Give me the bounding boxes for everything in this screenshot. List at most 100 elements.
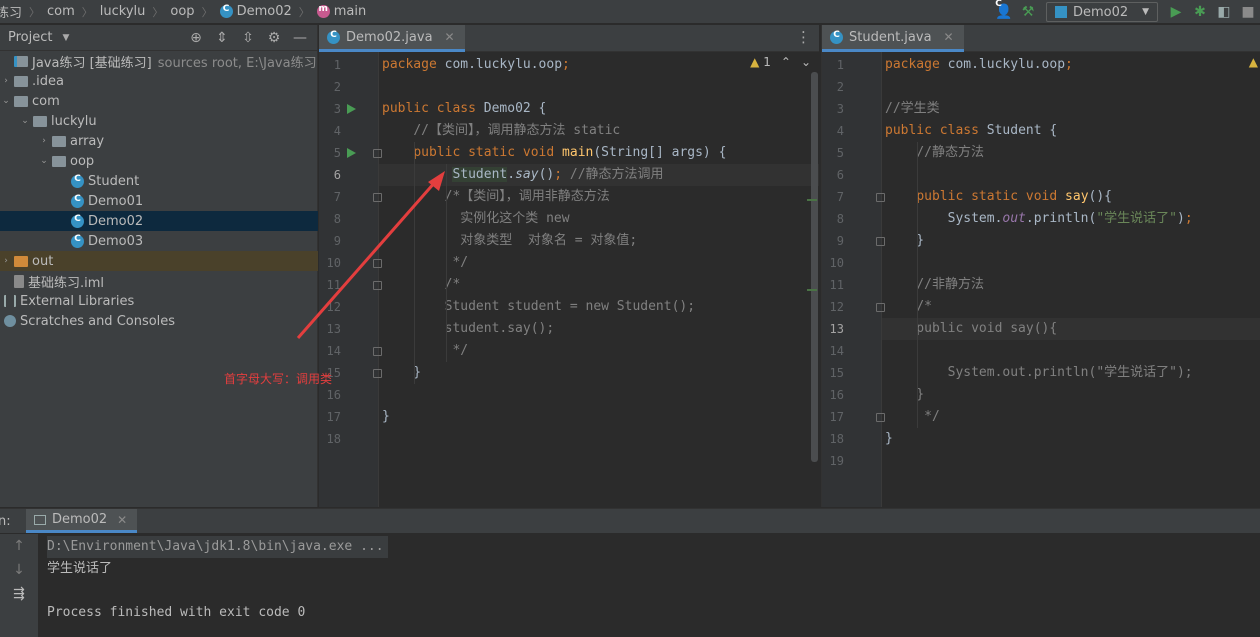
tree-item[interactable]: › array — [0, 131, 318, 151]
chevron-right-icon[interactable]: › — [0, 76, 12, 86]
breadcrumb-item-class[interactable]: Demo02〉 — [219, 0, 317, 24]
scroll-up-icon[interactable]: ↑ — [0, 534, 38, 558]
build-hammer-icon[interactable]: ⚒ — [1016, 1, 1040, 23]
inspection-widget[interactable]: ▲ — [1249, 55, 1258, 69]
indent-guide — [414, 142, 415, 384]
close-icon[interactable]: ✕ — [117, 513, 127, 527]
chevron-right-icon: 〉 — [201, 5, 213, 19]
line-number: 10 — [829, 256, 844, 270]
code-area[interactable]: package com.luckylu.oop; //学生类 public clas… — [882, 52, 1260, 507]
tree-item[interactable]: Scratches and Consoles — [0, 311, 318, 331]
line-number: 16 — [829, 388, 844, 402]
run-icon[interactable]: ▶ — [1164, 1, 1188, 23]
code-line: //学生类 — [885, 101, 940, 116]
chevron-right-icon[interactable]: › — [0, 256, 12, 266]
line-number: 13 — [326, 322, 341, 336]
coverage-icon[interactable]: ◧ — [1212, 1, 1236, 23]
tree-item[interactable]: Demo01 — [0, 191, 318, 211]
tree-item[interactable]: › out — [0, 251, 318, 271]
console-output[interactable]: D:\Environment\Java\jdk1.8\bin\java.exe … — [38, 534, 1260, 637]
pkg-icon — [52, 135, 66, 147]
indent-guide — [446, 164, 447, 362]
tree-item-label: Demo02 — [88, 213, 144, 229]
breadcrumb-item-oop[interactable]: oop 〉 — [170, 0, 219, 24]
tree-item[interactable]: 基础练习.iml — [0, 271, 318, 291]
tree-item[interactable]: External Libraries — [0, 291, 318, 311]
editor-student: Student.java ✕ 1234567891011121314151617… — [821, 25, 1260, 507]
tree-item[interactable]: ⌄ com — [0, 91, 318, 111]
project-view-select[interactable]: Project — [8, 30, 52, 45]
stop-icon[interactable]: ■ — [1236, 1, 1260, 23]
chevron-right-icon[interactable]: › — [38, 136, 50, 146]
tree-item[interactable]: ⌄ oop — [0, 151, 318, 171]
run-gutter-icon[interactable] — [347, 104, 356, 114]
debug-icon[interactable]: ✱ — [1188, 1, 1212, 23]
line-number: 2 — [333, 80, 341, 94]
line-number: 4 — [333, 124, 341, 138]
tree-item[interactable]: Demo02 — [0, 211, 318, 231]
out-icon — [14, 255, 28, 267]
line-number: 18 — [829, 432, 844, 446]
code-line: /* — [916, 299, 932, 314]
tree-item[interactable]: Demo03 — [0, 231, 318, 251]
breadcrumb-item-com[interactable]: com 〉 — [47, 0, 100, 24]
more-icon[interactable]: ⋮ — [796, 28, 811, 46]
line-number: 11 — [829, 278, 844, 292]
line-number: 1 — [836, 58, 844, 72]
run-gutter-icon[interactable] — [347, 148, 356, 158]
expand-all-icon[interactable]: ⇕ — [209, 27, 235, 49]
chevron-right-icon: 〉 — [81, 5, 93, 19]
chevron-up-icon[interactable]: ⌃ — [781, 55, 791, 69]
chevron-down-icon[interactable]: ▼ — [62, 33, 69, 43]
line-number: 19 — [829, 454, 844, 468]
code-line: } — [885, 387, 925, 402]
tab-demo02-java[interactable]: Demo02.java ✕ — [319, 25, 465, 52]
close-icon[interactable]: ✕ — [944, 30, 954, 44]
hide-icon[interactable]: — — [287, 27, 313, 49]
tree-item[interactable]: › .idea — [0, 71, 318, 91]
run-panel: n: Demo02 ✕ ↑ ↓ ⇶ D:\Environment\Java\jd… — [0, 508, 1260, 637]
tree-item[interactable]: Java练习 [基础练习] sources root, E:\Java练习 — [0, 51, 318, 71]
chevron-down-icon[interactable]: ⌄ — [38, 156, 50, 166]
settings-icon[interactable]: ⚙ — [261, 27, 287, 49]
line-number: 14 — [326, 344, 341, 358]
iml-icon — [14, 274, 24, 288]
change-marker[interactable] — [807, 199, 817, 201]
change-marker[interactable] — [807, 289, 817, 291]
chevron-down-icon[interactable]: ⌄ — [0, 96, 12, 106]
tree-item[interactable]: Student — [0, 171, 318, 191]
tree-item-label: Demo03 — [88, 233, 144, 249]
code-line: public class Demo02 { — [382, 101, 547, 116]
tab-student-java[interactable]: Student.java ✕ — [822, 25, 964, 52]
inspection-widget[interactable]: ▲ 1 ⌃ ⌄ — [750, 55, 811, 69]
line-number: 16 — [326, 388, 341, 402]
tree-item-label: .idea — [32, 73, 64, 89]
line-number: 8 — [333, 212, 341, 226]
soft-wrap-icon[interactable]: ⇶ — [0, 582, 38, 606]
scrollbar-thumb[interactable] — [811, 72, 818, 462]
line-number: 4 — [836, 124, 844, 138]
warning-icon: ▲ — [1248, 55, 1258, 69]
locate-icon[interactable]: ⊕ — [183, 27, 209, 49]
tree-item-label: com — [32, 93, 60, 109]
tree-item[interactable]: ⌄ luckylu — [0, 111, 318, 131]
scrollbar[interactable] — [807, 52, 819, 507]
tree-item-label: luckylu — [51, 113, 97, 129]
chevron-down-icon[interactable]: ⌄ — [19, 116, 31, 126]
breadcrumb-item-method[interactable]: main — [316, 0, 366, 24]
close-icon[interactable]: ✕ — [445, 30, 455, 44]
code-line: public static void say(){ — [916, 189, 1113, 204]
code-area[interactable]: package com.luckylu.oop; public class Dem… — [379, 52, 819, 507]
line-number: 7 — [333, 190, 341, 204]
tab-run-demo02[interactable]: Demo02 ✕ — [26, 509, 138, 533]
breadcrumb-item-project[interactable]: 练习〉 — [0, 0, 47, 24]
line-number: 7 — [836, 190, 844, 204]
line-number: 6 — [836, 168, 844, 182]
breadcrumb-item-luckylu[interactable]: luckylu 〉 — [100, 0, 171, 24]
run-configuration-select[interactable]: Demo02 ▼ — [1046, 2, 1158, 22]
scroll-down-icon[interactable]: ↓ — [0, 558, 38, 582]
collapse-all-icon[interactable]: ⇳ — [235, 27, 261, 49]
